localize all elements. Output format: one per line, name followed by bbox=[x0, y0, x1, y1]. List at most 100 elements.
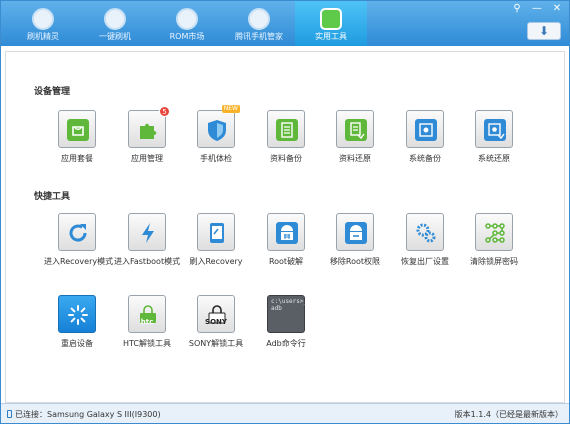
tool-tile[interactable]: c:\users>_ adb bbox=[267, 295, 308, 333]
tool-label: 刷入Recovery bbox=[189, 257, 243, 266]
tablet-icon bbox=[210, 223, 224, 243]
tool-label: 重启设备 bbox=[61, 339, 93, 348]
count-badge: 5 bbox=[159, 106, 170, 117]
tool-label: HTC解锁工具 bbox=[122, 339, 172, 348]
tool-tile[interactable] bbox=[58, 110, 96, 148]
tool-tile[interactable] bbox=[128, 213, 166, 251]
tool-shield-check[interactable]: NEW 手机体检 bbox=[183, 105, 249, 164]
tool-tile[interactable] bbox=[336, 213, 374, 251]
cursor-icon bbox=[104, 8, 126, 30]
update-button[interactable]: ⬇ bbox=[527, 22, 561, 40]
connection-status: 已连接：Samsung Galaxy S III(I9300) bbox=[7, 409, 161, 420]
tool-doc-restore[interactable]: 资料还原 bbox=[322, 110, 388, 164]
tab-label: 一键刷机 bbox=[99, 32, 131, 41]
lightning-icon bbox=[142, 223, 154, 243]
tool-tile[interactable]: 5 bbox=[128, 106, 170, 148]
system-backup-icon bbox=[415, 119, 437, 141]
tool-gears[interactable]: 恢复出厂设置 bbox=[392, 213, 458, 267]
tool-pattern-lock[interactable]: 清除锁屏密码 bbox=[461, 213, 527, 267]
tool-label: 应用套餐 bbox=[61, 154, 93, 163]
tool-bag[interactable]: 应用套餐 bbox=[44, 110, 110, 164]
tool-android-root[interactable]: Root破解 bbox=[253, 213, 319, 267]
android-remove-icon bbox=[345, 222, 367, 244]
tool-tile[interactable] bbox=[475, 110, 513, 148]
s-logo-icon bbox=[32, 8, 54, 30]
close-button[interactable]: ✕ bbox=[549, 3, 565, 15]
tool-tile[interactable] bbox=[197, 213, 235, 251]
tools-panel: 设备管理 快捷工具 应用套餐 5 应用管理 NEW 手机体检 资料备份 资料还原 系统备份 系统… bbox=[5, 51, 565, 403]
tool-label: 应用管理 bbox=[131, 154, 163, 163]
refresh-icon bbox=[69, 224, 87, 242]
minimize-button[interactable]: — bbox=[529, 3, 545, 15]
tool-label: 资料备份 bbox=[270, 154, 302, 163]
tab-label: 刷机精灵 bbox=[27, 32, 59, 41]
app-window: 刷机精灵 一键刷机 ROM市场 腾讯手机管家 实用工具 ⚲ — ✕ ⬇ 设备管理 快捷工… bbox=[0, 0, 570, 424]
doc-icon bbox=[276, 119, 298, 141]
brand-text: SONY bbox=[205, 318, 227, 326]
tab-cursor[interactable]: 一键刷机 bbox=[79, 1, 151, 46]
system-restore-icon bbox=[484, 119, 506, 141]
tool-puzzle[interactable]: 5 应用管理 bbox=[114, 106, 180, 164]
tool-label: Adb命令行 bbox=[266, 339, 306, 348]
tool-lightning[interactable]: 进入Fastboot模式 bbox=[114, 213, 180, 267]
section-title-device: 设备管理 bbox=[34, 87, 71, 97]
tool-label: 移除Root权限 bbox=[329, 257, 381, 266]
tool-android-remove[interactable]: 移除Root权限 bbox=[322, 213, 388, 267]
tool-label: 进入Fastboot模式 bbox=[114, 257, 181, 266]
tool-tile[interactable] bbox=[406, 213, 444, 251]
tab-grid[interactable]: 实用工具 bbox=[295, 1, 367, 46]
top-navigation-bar: 刷机精灵 一键刷机 ROM市场 腾讯手机管家 实用工具 ⚲ — ✕ ⬇ bbox=[1, 1, 569, 46]
tool-label: Root破解 bbox=[268, 257, 304, 266]
tool-tile[interactable] bbox=[406, 110, 444, 148]
brand-text: htc bbox=[140, 318, 154, 326]
tab-s-logo[interactable]: 刷机精灵 bbox=[7, 1, 79, 46]
tool-tile[interactable] bbox=[58, 213, 96, 251]
tab-label: ROM市场 bbox=[169, 32, 205, 41]
status-bar: 已连接：Samsung Galaxy S III(I9300) 版本1.1.4（… bbox=[1, 403, 569, 423]
tool-tile[interactable] bbox=[267, 213, 305, 251]
tool-tile[interactable]: NEW bbox=[197, 105, 240, 148]
tool-tile[interactable]: htc bbox=[128, 295, 166, 333]
tool-tablet[interactable]: 刷入Recovery bbox=[183, 213, 249, 267]
bag-icon bbox=[67, 119, 89, 141]
tool-system-restore[interactable]: 系统还原 bbox=[461, 110, 527, 164]
tool-label: 手机体检 bbox=[200, 154, 232, 163]
puzzle-icon bbox=[140, 123, 157, 139]
tool-label: 系统备份 bbox=[409, 154, 441, 163]
pattern-lock-icon bbox=[485, 223, 505, 243]
loading-icon bbox=[68, 305, 88, 325]
tool-htc-lock[interactable]: htc HTC解锁工具 bbox=[114, 295, 180, 349]
tab-android[interactable]: ROM市场 bbox=[151, 1, 223, 46]
grid-icon bbox=[320, 8, 342, 30]
doc-restore-icon bbox=[345, 119, 367, 141]
tool-doc[interactable]: 资料备份 bbox=[253, 110, 319, 164]
tool-label: 清除锁屏密码 bbox=[470, 257, 518, 266]
section-title-quick: 快捷工具 bbox=[34, 192, 71, 202]
shield-check-icon bbox=[208, 120, 226, 141]
tool-label: 进入Recovery模式 bbox=[44, 257, 114, 266]
tab-label: 腾讯手机管家 bbox=[235, 32, 283, 41]
tool-loading[interactable]: 重启设备 bbox=[44, 295, 110, 349]
tab-label: 实用工具 bbox=[315, 32, 347, 41]
terminal-icon: c:\users>_ adb bbox=[271, 298, 308, 312]
tab-shield-m[interactable]: 腾讯手机管家 bbox=[223, 1, 295, 46]
menu-icon[interactable]: ⚲ bbox=[509, 3, 525, 15]
tool-tile[interactable] bbox=[267, 110, 305, 148]
tool-system-backup[interactable]: 系统备份 bbox=[392, 110, 458, 164]
android-icon bbox=[176, 8, 198, 30]
tool-label: 资料还原 bbox=[339, 154, 371, 163]
tool-label: 恢复出厂设置 bbox=[401, 257, 449, 266]
new-tag: NEW bbox=[221, 105, 240, 113]
tool-refresh[interactable]: 进入Recovery模式 bbox=[44, 213, 114, 267]
tool-tile[interactable] bbox=[58, 295, 96, 333]
tool-terminal[interactable]: c:\users>_ adb Adb命令行 bbox=[253, 295, 319, 349]
tool-tile[interactable] bbox=[475, 213, 513, 251]
shield-m-icon bbox=[248, 8, 270, 30]
phone-icon bbox=[7, 410, 12, 418]
connection-text: 已连接：Samsung Galaxy S III(I9300) bbox=[15, 410, 161, 419]
tool-label: 系统还原 bbox=[478, 154, 510, 163]
tool-tile[interactable] bbox=[336, 110, 374, 148]
tool-tile[interactable]: SONY bbox=[197, 295, 235, 333]
tool-label: SONY解锁工具 bbox=[188, 339, 244, 348]
tool-sony-lock[interactable]: SONY SONY解锁工具 bbox=[183, 295, 249, 349]
